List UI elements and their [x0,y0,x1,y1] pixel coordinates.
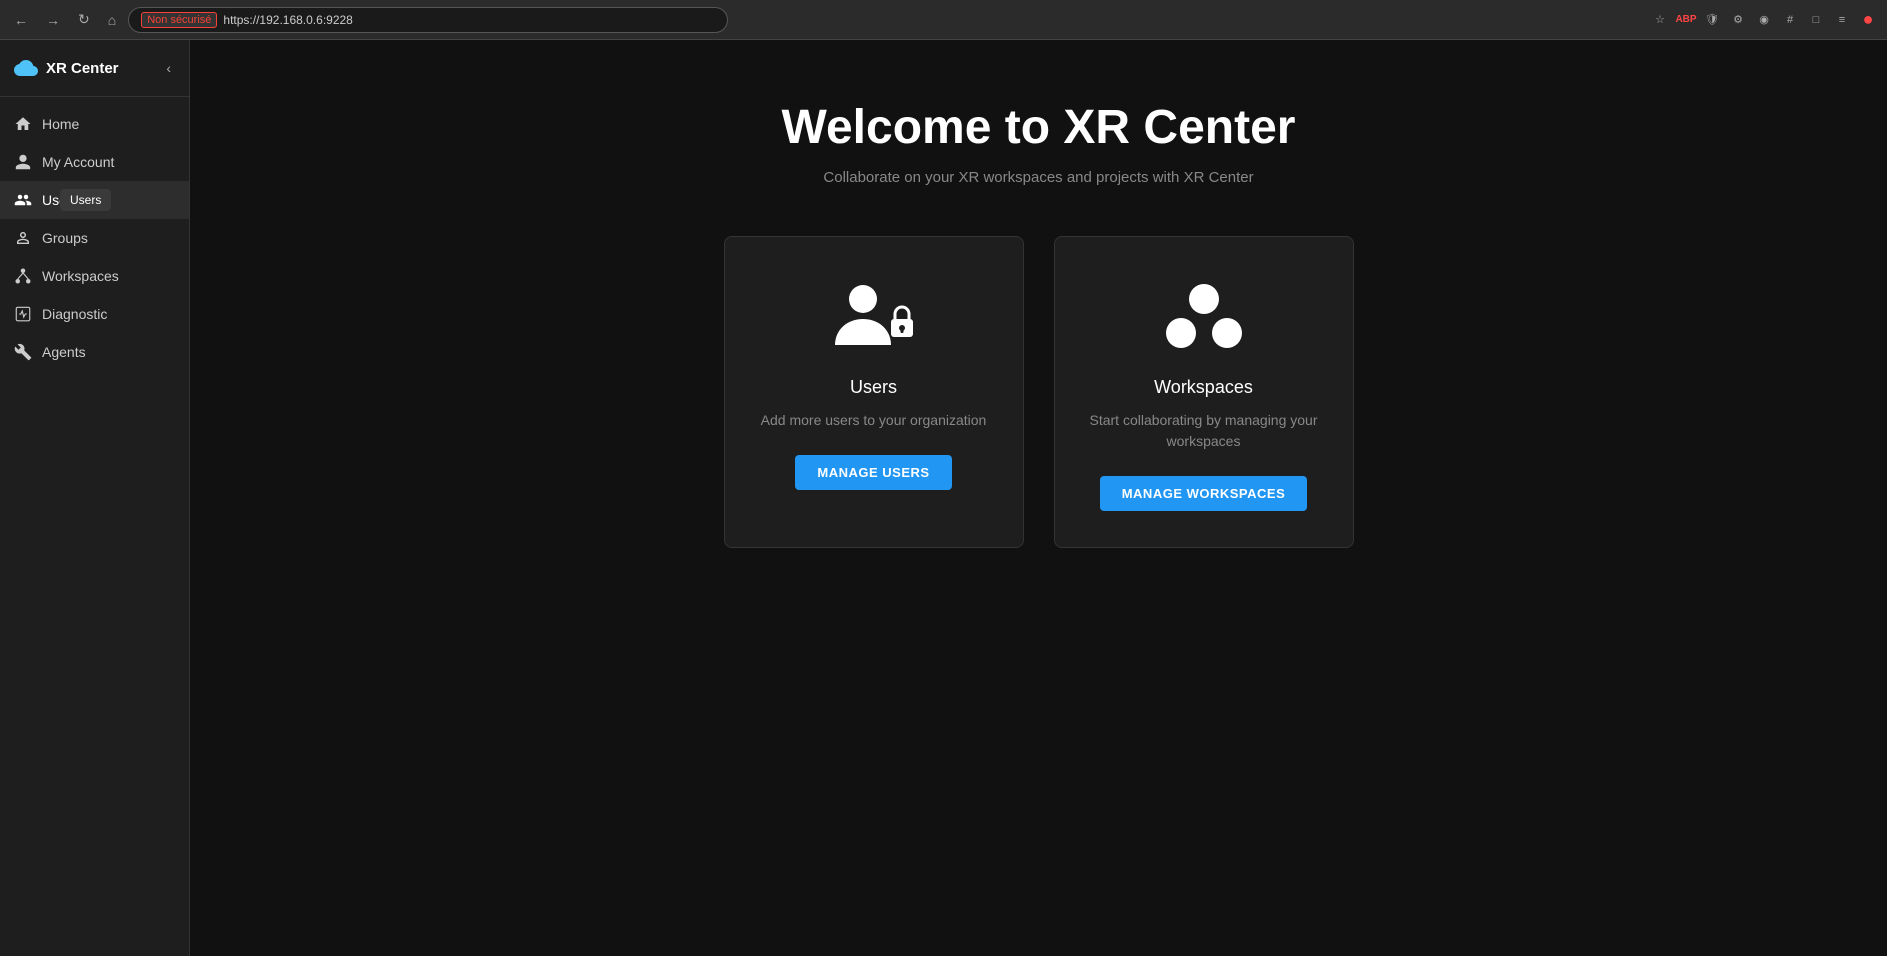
address-bar[interactable]: Non sécurisé https://192.168.0.6:9228 [128,7,728,33]
insecure-badge: Non sécurisé [141,12,217,28]
home-icon [14,115,32,133]
users-card-icon [829,277,919,357]
sidebar-item-diagnostic-label: Diagnostic [42,306,107,322]
users-card: Users Add more users to your organizatio… [724,236,1024,548]
sidebar-item-groups[interactable]: Groups [0,219,189,257]
sidebar-item-home[interactable]: Home [0,105,189,143]
sidebar-item-workspaces[interactable]: Workspaces [0,257,189,295]
bookmark-icon[interactable]: ☆ [1649,9,1671,31]
groups-icon [14,229,32,247]
sidebar-nav: Home My Account Users Users [0,97,189,956]
shield-icon[interactable]: 🛡 [1701,9,1723,31]
adblock-icon[interactable]: ABP [1675,9,1697,31]
sidebar-item-agents-label: Agents [42,344,86,360]
workspaces-card-icon [1159,277,1249,357]
manage-users-button[interactable]: MANAGE USERS [795,455,951,490]
ext-icon-2[interactable]: ◉ [1753,9,1775,31]
users-card-description: Add more users to your organization [761,410,987,431]
main-content: Welcome to XR Center Collaborate on your… [190,40,1887,956]
workspaces-card-description: Start collaborating by managing your wor… [1085,410,1323,452]
cards-container: Users Add more users to your organizatio… [724,236,1354,548]
home-button[interactable]: ⌂ [102,8,122,32]
sidebar-logo: XR Center [14,56,119,80]
sidebar-item-groups-label: Groups [42,230,88,246]
forward-button[interactable]: → [40,8,66,32]
ext-icon-1[interactable]: ⚙ [1727,9,1749,31]
sidebar-item-diagnostic[interactable]: Diagnostic [0,295,189,333]
ext-icon-5[interactable]: ≡ [1831,9,1853,31]
diagnostic-icon [14,305,32,323]
workspaces-card-title: Workspaces [1154,377,1253,398]
workspaces-card: Workspaces Start collaborating by managi… [1054,236,1354,548]
manage-workspaces-button[interactable]: MANAGE WORKSPACES [1100,476,1308,511]
agents-icon [14,343,32,361]
users-icon [14,191,32,209]
ext-icon-3[interactable]: # [1779,9,1801,31]
welcome-title: Welcome to XR Center [782,100,1296,155]
person-icon [14,153,32,171]
sidebar-item-agents[interactable]: Agents [0,333,189,371]
sidebar-collapse-button[interactable]: ‹ [162,58,175,78]
browser-chrome: ← → ↻ ⌂ Non sécurisé https://192.168.0.6… [0,0,1887,40]
live-indicator: ● [1857,9,1879,31]
sidebar-title: XR Center [46,60,119,77]
users-card-title: Users [850,377,897,398]
back-button[interactable]: ← [8,8,34,32]
workspaces-icon [14,267,32,285]
ext-icon-4[interactable]: □ [1805,9,1827,31]
sidebar: XR Center ‹ Home My Account [0,40,190,956]
url-text: https://192.168.0.6:9228 [223,13,352,27]
sidebar-item-my-account[interactable]: My Account [0,143,189,181]
sidebar-item-home-label: Home [42,116,79,132]
logo-icon [14,56,38,80]
sidebar-item-users[interactable]: Users Users [0,181,189,219]
app-layout: XR Center ‹ Home My Account [0,40,1887,956]
browser-extensions: ☆ ABP 🛡 ⚙ ◉ # □ ≡ ● [1649,9,1879,31]
reload-button[interactable]: ↻ [72,7,96,32]
sidebar-item-users-label: Users [42,192,79,208]
sidebar-item-workspaces-label: Workspaces [42,268,119,284]
sidebar-header: XR Center ‹ [0,40,189,97]
welcome-subtitle: Collaborate on your XR workspaces and pr… [823,169,1253,186]
sidebar-item-my-account-label: My Account [42,154,114,170]
